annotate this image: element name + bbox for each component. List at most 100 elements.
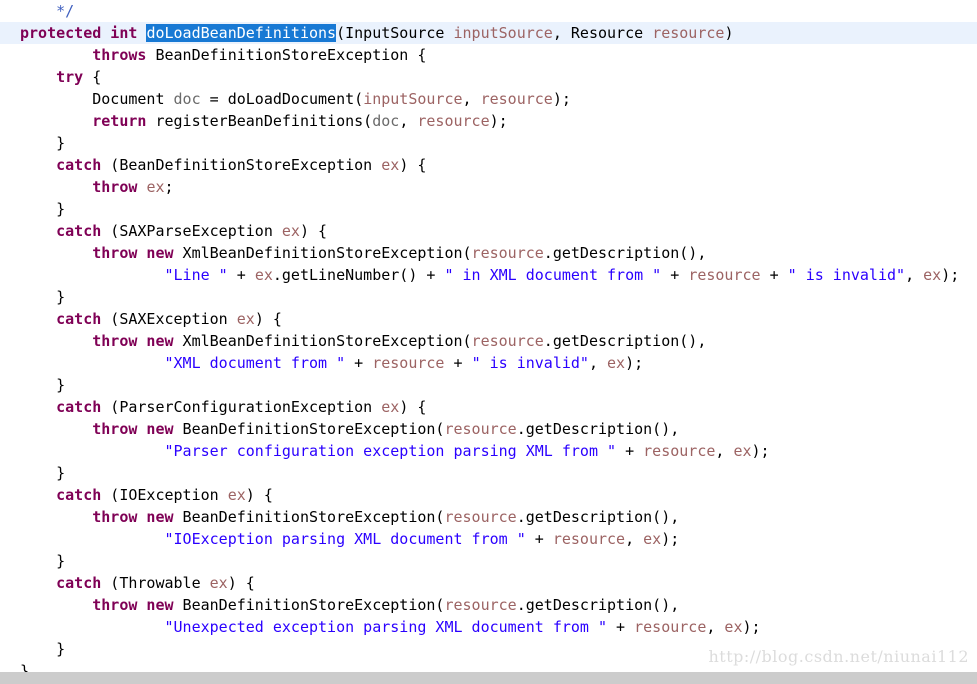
code-line[interactable]: catch (SAXParseException ex) {: [0, 220, 977, 242]
code-token: BeanDefinitionStoreException(: [173, 596, 445, 614]
code-token: "XML document from ": [164, 354, 346, 372]
code-line[interactable]: catch (SAXException ex) {: [0, 308, 977, 330]
code-line[interactable]: catch (BeanDefinitionStoreException ex) …: [0, 154, 977, 176]
code-content[interactable]: */ protected int doLoadBeanDefinitions(In…: [0, 0, 977, 672]
code-token: resource: [552, 530, 626, 548]
code-line[interactable]: protected int doLoadBeanDefinitions(Inpu…: [0, 22, 977, 44]
code-line[interactable]: try {: [0, 66, 977, 88]
code-token: (BeanDefinitionStoreException: [101, 156, 382, 174]
code-line[interactable]: "Parser configuration exception parsing …: [0, 440, 977, 462]
code-token: (Throwable: [101, 574, 210, 592]
code-token: catch: [56, 156, 102, 174]
code-token: (InputSource: [336, 24, 454, 42]
code-token: );: [661, 530, 680, 548]
code-token: ex: [381, 156, 400, 174]
code-token: ,: [462, 90, 481, 108]
code-token: protected int: [20, 24, 147, 42]
code-token: inputSource: [453, 24, 553, 42]
code-token: resource: [372, 354, 445, 372]
code-line[interactable]: throw new XmlBeanDefinitionStoreExceptio…: [0, 242, 977, 264]
code-token: );: [489, 112, 508, 130]
code-token: resource: [417, 112, 490, 130]
code-token: ) {: [227, 574, 255, 592]
code-token: throws: [92, 46, 147, 64]
code-line[interactable]: "Unexpected exception parsing XML docume…: [0, 616, 977, 638]
code-token: resource: [688, 266, 761, 284]
code-line[interactable]: "Line " + ex.getLineNumber() + " in XML …: [0, 264, 977, 286]
code-token: = doLoadDocument(: [200, 90, 364, 108]
code-line[interactable]: "IOException parsing XML document from "…: [0, 528, 977, 550]
code-token: ,: [706, 618, 725, 636]
code-line[interactable]: throw new BeanDefinitionStoreException(r…: [0, 594, 977, 616]
code-token: ,: [715, 442, 734, 460]
code-token: registerBeanDefinitions(: [146, 112, 373, 130]
code-token: throw new: [92, 596, 174, 614]
code-token: +: [760, 266, 788, 284]
code-line[interactable]: catch (Throwable ex) {: [0, 572, 977, 594]
code-line[interactable]: catch (IOException ex) {: [0, 484, 977, 506]
code-line[interactable]: throw new BeanDefinitionStoreException(r…: [0, 418, 977, 440]
code-line[interactable]: }: [0, 374, 977, 396]
code-line[interactable]: */: [0, 0, 977, 22]
code-token: .getDescription(),: [543, 332, 707, 350]
code-token: {: [83, 68, 102, 86]
code-token: ) {: [245, 486, 273, 504]
code-token: resource: [634, 618, 707, 636]
code-token: }: [20, 640, 66, 658]
code-token: ex: [227, 486, 246, 504]
code-editor[interactable]: */ protected int doLoadBeanDefinitions(In…: [0, 0, 977, 672]
code-token: "Parser configuration exception parsing …: [164, 442, 617, 460]
code-token: +: [616, 442, 644, 460]
code-token: }: [20, 134, 66, 152]
code-token: ex: [209, 574, 228, 592]
code-token: resource: [444, 420, 517, 438]
selected-token[interactable]: doLoadBeanDefinitions: [146, 24, 337, 42]
code-token: ,: [905, 266, 924, 284]
code-line[interactable]: throw new XmlBeanDefinitionStoreExceptio…: [0, 330, 977, 352]
code-line[interactable]: }: [0, 462, 977, 484]
code-token: ex: [733, 442, 752, 460]
code-token: (IOException: [101, 486, 228, 504]
code-line[interactable]: }: [0, 286, 977, 308]
code-line[interactable]: throw new BeanDefinitionStoreException(r…: [0, 506, 977, 528]
code-token: XmlBeanDefinitionStoreException(: [173, 244, 472, 262]
code-token: , Resource: [552, 24, 653, 42]
code-line[interactable]: }: [0, 550, 977, 572]
code-token: +: [227, 266, 255, 284]
code-token: inputSource: [363, 90, 463, 108]
code-token: resource: [444, 508, 517, 526]
code-line[interactable]: throws BeanDefinitionStoreException {: [0, 44, 977, 66]
code-line[interactable]: Document doc = doLoadDocument(inputSourc…: [0, 88, 977, 110]
code-token: ,: [625, 530, 644, 548]
code-line[interactable]: catch (ParserConfigurationException ex) …: [0, 396, 977, 418]
code-token: resource: [471, 244, 544, 262]
code-token: (SAXException: [101, 310, 237, 328]
code-token: ;: [164, 178, 174, 196]
code-token: catch: [56, 222, 102, 240]
code-token: +: [607, 618, 635, 636]
code-line[interactable]: }: [0, 132, 977, 154]
code-token: " is invalid": [787, 266, 906, 284]
code-token: " is invalid": [471, 354, 589, 372]
code-token: ) {: [399, 398, 427, 416]
code-line[interactable]: return registerBeanDefinitions(doc, reso…: [0, 110, 977, 132]
code-line[interactable]: }: [0, 198, 977, 220]
code-token: ,: [588, 354, 608, 372]
code-token: ,: [399, 112, 418, 130]
code-token: */: [56, 2, 75, 20]
code-token: catch: [56, 574, 102, 592]
code-token: }: [20, 376, 66, 394]
code-line[interactable]: "XML document from " + resource + " is i…: [0, 352, 977, 374]
code-line[interactable]: throw ex;: [0, 176, 977, 198]
